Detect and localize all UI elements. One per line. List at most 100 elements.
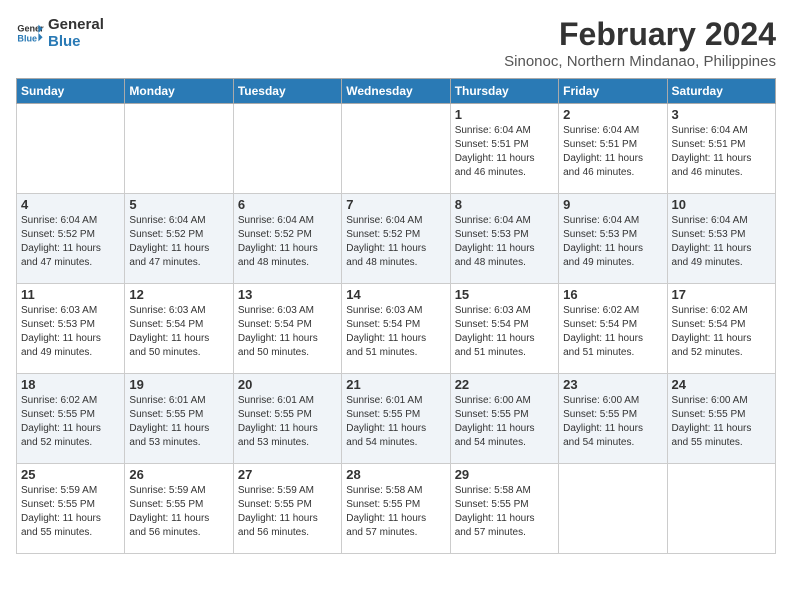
day-number: 18 xyxy=(21,377,120,392)
day-info: Sunrise: 6:00 AM Sunset: 5:55 PM Dayligh… xyxy=(563,394,662,450)
day-info: Sunrise: 6:01 AM Sunset: 5:55 PM Dayligh… xyxy=(346,394,445,450)
calendar-cell: 18 Sunrise: 6:02 AM Sunset: 5:55 PM Dayli… xyxy=(17,374,125,464)
day-number: 28 xyxy=(346,467,445,482)
calendar-cell: 28 Sunrise: 5:58 AM Sunset: 5:55 PM Dayli… xyxy=(342,464,450,554)
calendar-week-1: 1 Sunrise: 6:04 AM Sunset: 5:51 PM Daylig… xyxy=(17,104,776,194)
day-number: 6 xyxy=(238,197,337,212)
day-info: Sunrise: 6:04 AM Sunset: 5:52 PM Dayligh… xyxy=(238,214,337,270)
calendar-cell: 10 Sunrise: 6:04 AM Sunset: 5:53 PM Dayli… xyxy=(667,194,775,284)
title-area: February 2024 Sinonoc, Northern Mindanao… xyxy=(504,16,776,70)
day-info: Sunrise: 6:04 AM Sunset: 5:52 PM Dayligh… xyxy=(129,214,228,270)
calendar-cell: 16 Sunrise: 6:02 AM Sunset: 5:54 PM Dayli… xyxy=(559,284,667,374)
header: General Blue General Blue February 2024 … xyxy=(16,16,776,70)
day-number: 5 xyxy=(129,197,228,212)
calendar-cell: 2 Sunrise: 6:04 AM Sunset: 5:51 PM Daylig… xyxy=(559,104,667,194)
day-info: Sunrise: 6:04 AM Sunset: 5:53 PM Dayligh… xyxy=(672,214,771,270)
day-number: 8 xyxy=(455,197,554,212)
day-header-sunday: Sunday xyxy=(17,79,125,104)
calendar-header-row: SundayMondayTuesdayWednesdayThursdayFrid… xyxy=(17,79,776,104)
calendar-cell: 6 Sunrise: 6:04 AM Sunset: 5:52 PM Daylig… xyxy=(233,194,341,284)
day-info: Sunrise: 6:03 AM Sunset: 5:54 PM Dayligh… xyxy=(346,304,445,360)
day-info: Sunrise: 6:01 AM Sunset: 5:55 PM Dayligh… xyxy=(129,394,228,450)
calendar-cell xyxy=(233,104,341,194)
calendar-cell: 14 Sunrise: 6:03 AM Sunset: 5:54 PM Dayli… xyxy=(342,284,450,374)
calendar-cell: 3 Sunrise: 6:04 AM Sunset: 5:51 PM Daylig… xyxy=(667,104,775,194)
day-info: Sunrise: 5:58 AM Sunset: 5:55 PM Dayligh… xyxy=(346,484,445,540)
calendar-week-3: 11Sunrise: 6:03 AM Sunset: 5:53 PM Dayli… xyxy=(17,284,776,374)
calendar-cell: 7 Sunrise: 6:04 AM Sunset: 5:52 PM Daylig… xyxy=(342,194,450,284)
calendar-cell: 22 Sunrise: 6:00 AM Sunset: 5:55 PM Dayli… xyxy=(450,374,558,464)
subtitle: Sinonoc, Northern Mindanao, Philippines xyxy=(504,53,776,70)
day-info: Sunrise: 6:02 AM Sunset: 5:55 PM Dayligh… xyxy=(21,394,120,450)
day-info: Sunrise: 6:04 AM Sunset: 5:52 PM Dayligh… xyxy=(21,214,120,270)
calendar-cell xyxy=(559,464,667,554)
calendar-week-5: 25 Sunrise: 5:59 AM Sunset: 5:55 PM Dayli… xyxy=(17,464,776,554)
calendar-cell: 13Sunrise: 6:03 AM Sunset: 5:54 PM Dayli… xyxy=(233,284,341,374)
calendar-week-4: 18 Sunrise: 6:02 AM Sunset: 5:55 PM Dayli… xyxy=(17,374,776,464)
logo-line2: Blue xyxy=(48,33,104,50)
day-number: 16 xyxy=(563,287,662,302)
calendar-body: 1 Sunrise: 6:04 AM Sunset: 5:51 PM Daylig… xyxy=(17,104,776,554)
logo: General Blue General Blue xyxy=(16,16,104,50)
day-number: 2 xyxy=(563,107,662,122)
day-header-thursday: Thursday xyxy=(450,79,558,104)
day-number: 27 xyxy=(238,467,337,482)
logo-line1: General xyxy=(48,16,104,33)
calendar-cell: 19 Sunrise: 6:01 AM Sunset: 5:55 PM Dayli… xyxy=(125,374,233,464)
day-info: Sunrise: 5:59 AM Sunset: 5:55 PM Dayligh… xyxy=(238,484,337,540)
day-number: 19 xyxy=(129,377,228,392)
day-info: Sunrise: 5:59 AM Sunset: 5:55 PM Dayligh… xyxy=(21,484,120,540)
day-number: 26 xyxy=(129,467,228,482)
day-number: 9 xyxy=(563,197,662,212)
calendar-cell xyxy=(342,104,450,194)
day-header-saturday: Saturday xyxy=(667,79,775,104)
day-number: 4 xyxy=(21,197,120,212)
day-number: 29 xyxy=(455,467,554,482)
main-title: February 2024 xyxy=(504,16,776,53)
calendar-cell: 5 Sunrise: 6:04 AM Sunset: 5:52 PM Daylig… xyxy=(125,194,233,284)
calendar-cell: 29Sunrise: 5:58 AM Sunset: 5:55 PM Dayli… xyxy=(450,464,558,554)
calendar-cell: 1 Sunrise: 6:04 AM Sunset: 5:51 PM Daylig… xyxy=(450,104,558,194)
day-header-friday: Friday xyxy=(559,79,667,104)
day-info: Sunrise: 6:04 AM Sunset: 5:53 PM Dayligh… xyxy=(563,214,662,270)
calendar-cell: 25 Sunrise: 5:59 AM Sunset: 5:55 PM Dayli… xyxy=(17,464,125,554)
calendar-cell: 20Sunrise: 6:01 AM Sunset: 5:55 PM Dayli… xyxy=(233,374,341,464)
day-info: Sunrise: 6:00 AM Sunset: 5:55 PM Dayligh… xyxy=(455,394,554,450)
calendar-cell: 11Sunrise: 6:03 AM Sunset: 5:53 PM Dayli… xyxy=(17,284,125,374)
calendar-cell xyxy=(17,104,125,194)
day-number: 24 xyxy=(672,377,771,392)
day-number: 10 xyxy=(672,197,771,212)
day-info: Sunrise: 5:59 AM Sunset: 5:55 PM Dayligh… xyxy=(129,484,228,540)
calendar-cell: 12Sunrise: 6:03 AM Sunset: 5:54 PM Dayli… xyxy=(125,284,233,374)
day-number: 13 xyxy=(238,287,337,302)
day-number: 14 xyxy=(346,287,445,302)
calendar-cell: 4 Sunrise: 6:04 AM Sunset: 5:52 PM Daylig… xyxy=(17,194,125,284)
calendar-cell: 26 Sunrise: 5:59 AM Sunset: 5:55 PM Dayli… xyxy=(125,464,233,554)
day-info: Sunrise: 6:04 AM Sunset: 5:51 PM Dayligh… xyxy=(455,124,554,180)
day-info: Sunrise: 6:02 AM Sunset: 5:54 PM Dayligh… xyxy=(563,304,662,360)
day-number: 22 xyxy=(455,377,554,392)
day-number: 3 xyxy=(672,107,771,122)
day-number: 7 xyxy=(346,197,445,212)
calendar-cell: 17Sunrise: 6:02 AM Sunset: 5:54 PM Dayli… xyxy=(667,284,775,374)
calendar-week-2: 4 Sunrise: 6:04 AM Sunset: 5:52 PM Daylig… xyxy=(17,194,776,284)
day-info: Sunrise: 6:04 AM Sunset: 5:51 PM Dayligh… xyxy=(563,124,662,180)
calendar-cell: 8 Sunrise: 6:04 AM Sunset: 5:53 PM Daylig… xyxy=(450,194,558,284)
day-info: Sunrise: 6:04 AM Sunset: 5:52 PM Dayligh… xyxy=(346,214,445,270)
day-number: 15 xyxy=(455,287,554,302)
day-number: 17 xyxy=(672,287,771,302)
calendar-cell xyxy=(667,464,775,554)
calendar-cell xyxy=(125,104,233,194)
calendar-table: SundayMondayTuesdayWednesdayThursdayFrid… xyxy=(16,78,776,554)
calendar-cell: 21Sunrise: 6:01 AM Sunset: 5:55 PM Dayli… xyxy=(342,374,450,464)
svg-text:Blue: Blue xyxy=(17,33,37,43)
calendar-cell: 24Sunrise: 6:00 AM Sunset: 5:55 PM Dayli… xyxy=(667,374,775,464)
day-info: Sunrise: 6:04 AM Sunset: 5:53 PM Dayligh… xyxy=(455,214,554,270)
day-number: 11 xyxy=(21,287,120,302)
day-number: 23 xyxy=(563,377,662,392)
day-header-wednesday: Wednesday xyxy=(342,79,450,104)
day-number: 12 xyxy=(129,287,228,302)
day-number: 25 xyxy=(21,467,120,482)
day-info: Sunrise: 6:04 AM Sunset: 5:51 PM Dayligh… xyxy=(672,124,771,180)
day-number: 1 xyxy=(455,107,554,122)
